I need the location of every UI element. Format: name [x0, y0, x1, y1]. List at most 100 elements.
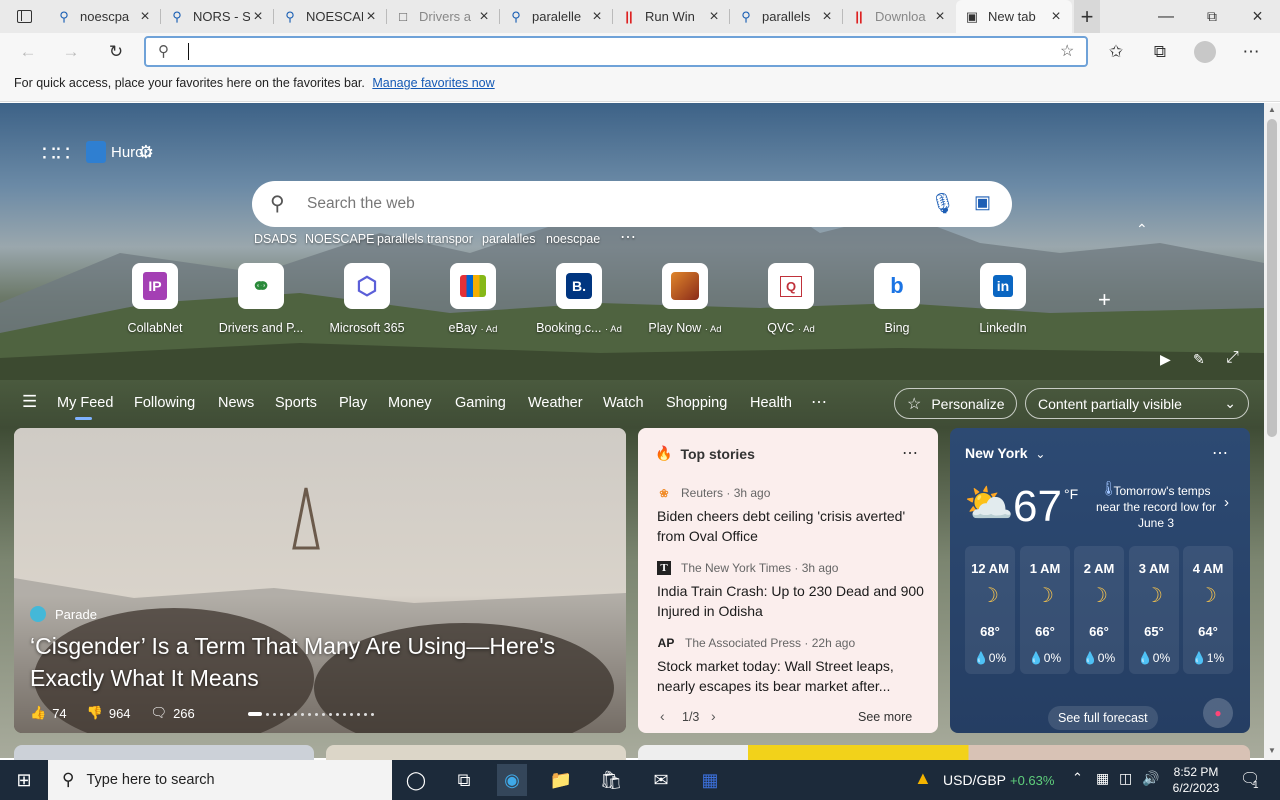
page-scrollbar[interactable]: ▲ ▼ [1264, 103, 1280, 760]
edit-background-icon[interactable]: ✎ [1193, 351, 1205, 368]
visual-search-icon[interactable]: ▣ [974, 192, 991, 213]
task-view-button[interactable]: ⧉ [449, 768, 479, 792]
close-tab-icon[interactable]: × [589, 8, 605, 26]
restore-button[interactable]: ⧉ [1189, 0, 1235, 33]
close-tab-icon[interactable]: × [363, 8, 379, 26]
settings-gear-icon[interactable]: ⚙ [138, 142, 154, 163]
start-button[interactable]: ⊞ [9, 768, 39, 792]
collapse-chevron-icon[interactable]: ⌃ [1136, 221, 1148, 238]
back-button[interactable]: ← [15, 39, 41, 65]
see-full-forecast-button[interactable]: See full forecast [1048, 706, 1158, 730]
quick-link-ebay[interactable]: eBay · Ad [423, 263, 523, 335]
article-headline[interactable]: ‘Cisgender’ Is a Term That Many Are Usin… [30, 630, 610, 694]
weather-location[interactable]: New York ⌄ [965, 445, 1045, 461]
tray-chevron-icon[interactable]: ⌃ [1072, 770, 1083, 786]
tab-parallels[interactable]: ⚲ parallels × [730, 0, 843, 33]
close-tab-icon[interactable]: × [476, 8, 492, 26]
clock-date[interactable]: 6/2/2023 [1168, 781, 1224, 795]
nav-following[interactable]: Following [134, 395, 195, 411]
network-icon[interactable]: ▦ [1096, 770, 1109, 787]
next-page-icon[interactable]: › [711, 708, 716, 724]
tab-noescpa[interactable]: ⚲ noescpa × [48, 0, 161, 33]
quick-link-booking[interactable]: B. Booking.c... · Ad [529, 263, 629, 335]
quick-link-microsoft-365[interactable]: ⬡ Microsoft 365 [317, 263, 417, 335]
close-tab-icon[interactable]: × [137, 8, 153, 26]
nav-more-icon[interactable]: ⋯ [811, 392, 827, 412]
quick-link-linkedin[interactable]: in LinkedIn [953, 263, 1053, 335]
expand-icon[interactable]: ⤢ [1226, 349, 1239, 367]
display-icon[interactable]: ◫ [1119, 770, 1132, 787]
new-tab-button[interactable]: + [1074, 0, 1100, 33]
edge-taskbar-button[interactable]: ◉ [497, 764, 527, 796]
recent-search[interactable]: parallels transpor [377, 232, 473, 246]
minimize-button[interactable]: — [1143, 0, 1189, 33]
favorites-button[interactable]: ✩ [1103, 39, 1129, 65]
cortana-button[interactable]: ◯ [401, 768, 431, 792]
tab-run-win[interactable]: || Run Win × [613, 0, 730, 33]
address-bar[interactable]: ⚲ ☆ [144, 36, 1088, 67]
chevron-right-icon[interactable]: › [1224, 494, 1229, 511]
weather-map-icon[interactable]: ● [1203, 698, 1233, 728]
tab-new-tab[interactable]: ▣ New tab × [956, 0, 1072, 33]
comment-icon[interactable]: 🗨 [151, 705, 168, 721]
close-tab-icon[interactable]: × [819, 8, 835, 26]
nav-shopping[interactable]: Shopping [666, 395, 727, 411]
close-window-button[interactable]: × [1235, 0, 1280, 33]
collections-button[interactable]: ⧉ [1147, 39, 1173, 65]
prev-page-icon[interactable]: ‹ [660, 708, 665, 724]
tab-actions-button[interactable] [0, 0, 48, 33]
carousel-dots[interactable] [248, 712, 374, 716]
settings-menu-button[interactable]: ⋯ [1238, 39, 1264, 65]
manage-favorites-link[interactable]: Manage favorites now [372, 76, 494, 90]
play-icon[interactable]: ▶ [1160, 351, 1171, 368]
tab-noescap[interactable]: ⚲NOESCAP× [274, 0, 387, 33]
dislike-icon[interactable]: 👎 [87, 705, 103, 721]
nav-weather[interactable]: Weather [528, 395, 583, 411]
recent-search[interactable]: NOESCAPE [305, 232, 374, 246]
quick-link-qvc[interactable]: Q QVC · Ad [741, 263, 841, 335]
quick-link-collabnet[interactable]: IP CollabNet [105, 263, 205, 335]
scroll-up-icon[interactable]: ▲ [1268, 105, 1276, 114]
nav-money[interactable]: Money [388, 395, 432, 411]
microphone-icon[interactable]: 🎙 [930, 191, 955, 216]
nav-sports[interactable]: Sports [275, 395, 317, 411]
taskbar-search-box[interactable]: ⚲ Type here to search [48, 760, 392, 800]
file-explorer-button[interactable]: 📁 [546, 768, 576, 792]
nav-watch[interactable]: Watch [603, 395, 644, 411]
scrollbar-thumb[interactable] [1267, 119, 1277, 437]
scroll-down-icon[interactable]: ▼ [1268, 746, 1276, 755]
clock-time[interactable]: 8:52 PM [1168, 765, 1224, 779]
apps-grid-icon[interactable]: ∷∷ [42, 141, 70, 167]
close-tab-icon[interactable]: × [250, 8, 266, 26]
volume-icon[interactable]: 🔊 [1142, 770, 1159, 787]
like-icon[interactable]: 👍 [30, 705, 46, 721]
tab-nors[interactable]: ⚲ NORS - S × [161, 0, 274, 33]
mail-button[interactable]: ✉ [646, 768, 676, 792]
recent-search[interactable]: DSADS [254, 232, 297, 246]
word-button[interactable]: ▦ [695, 768, 725, 792]
featured-article-card[interactable]: Parade ‘Cisgender’ Is a Term That Many A… [14, 428, 626, 733]
nav-health[interactable]: Health [750, 395, 792, 411]
close-tab-icon[interactable]: × [706, 8, 722, 26]
tab-download[interactable]: || Downloa × [843, 0, 956, 33]
content-visibility-select[interactable]: Content partially visible ⌄ [1025, 388, 1249, 419]
web-search-box[interactable]: ⚲ Search the web 🎙 ▣ [252, 181, 1012, 227]
quick-link-bing[interactable]: b Bing [847, 263, 947, 335]
see-more-link[interactable]: See more [858, 710, 912, 724]
close-tab-icon[interactable]: × [1048, 8, 1064, 26]
nav-my-feed[interactable]: My Feed [57, 395, 113, 411]
refresh-button[interactable]: ↻ [103, 39, 129, 65]
recent-search[interactable]: paralalles [482, 232, 536, 246]
profile-button[interactable] [1192, 39, 1218, 65]
nav-play[interactable]: Play [339, 395, 367, 411]
feed-menu-icon[interactable]: ☰ [22, 392, 37, 412]
more-options-icon[interactable]: ⋯ [1212, 443, 1228, 463]
ticker-symbol[interactable]: USD/GBP [943, 772, 1006, 788]
tab-paralelle[interactable]: ⚲ paralelle × [500, 0, 613, 33]
recent-search[interactable]: noescpae [546, 232, 600, 246]
add-quick-link-icon[interactable]: + [1098, 287, 1111, 313]
quick-link-play-now[interactable]: Play Now · Ad [635, 263, 735, 335]
nav-news[interactable]: News [218, 395, 254, 411]
personalize-button[interactable]: ☆ Personalize [894, 388, 1017, 419]
more-recent-icon[interactable]: ⋯ [620, 227, 636, 247]
